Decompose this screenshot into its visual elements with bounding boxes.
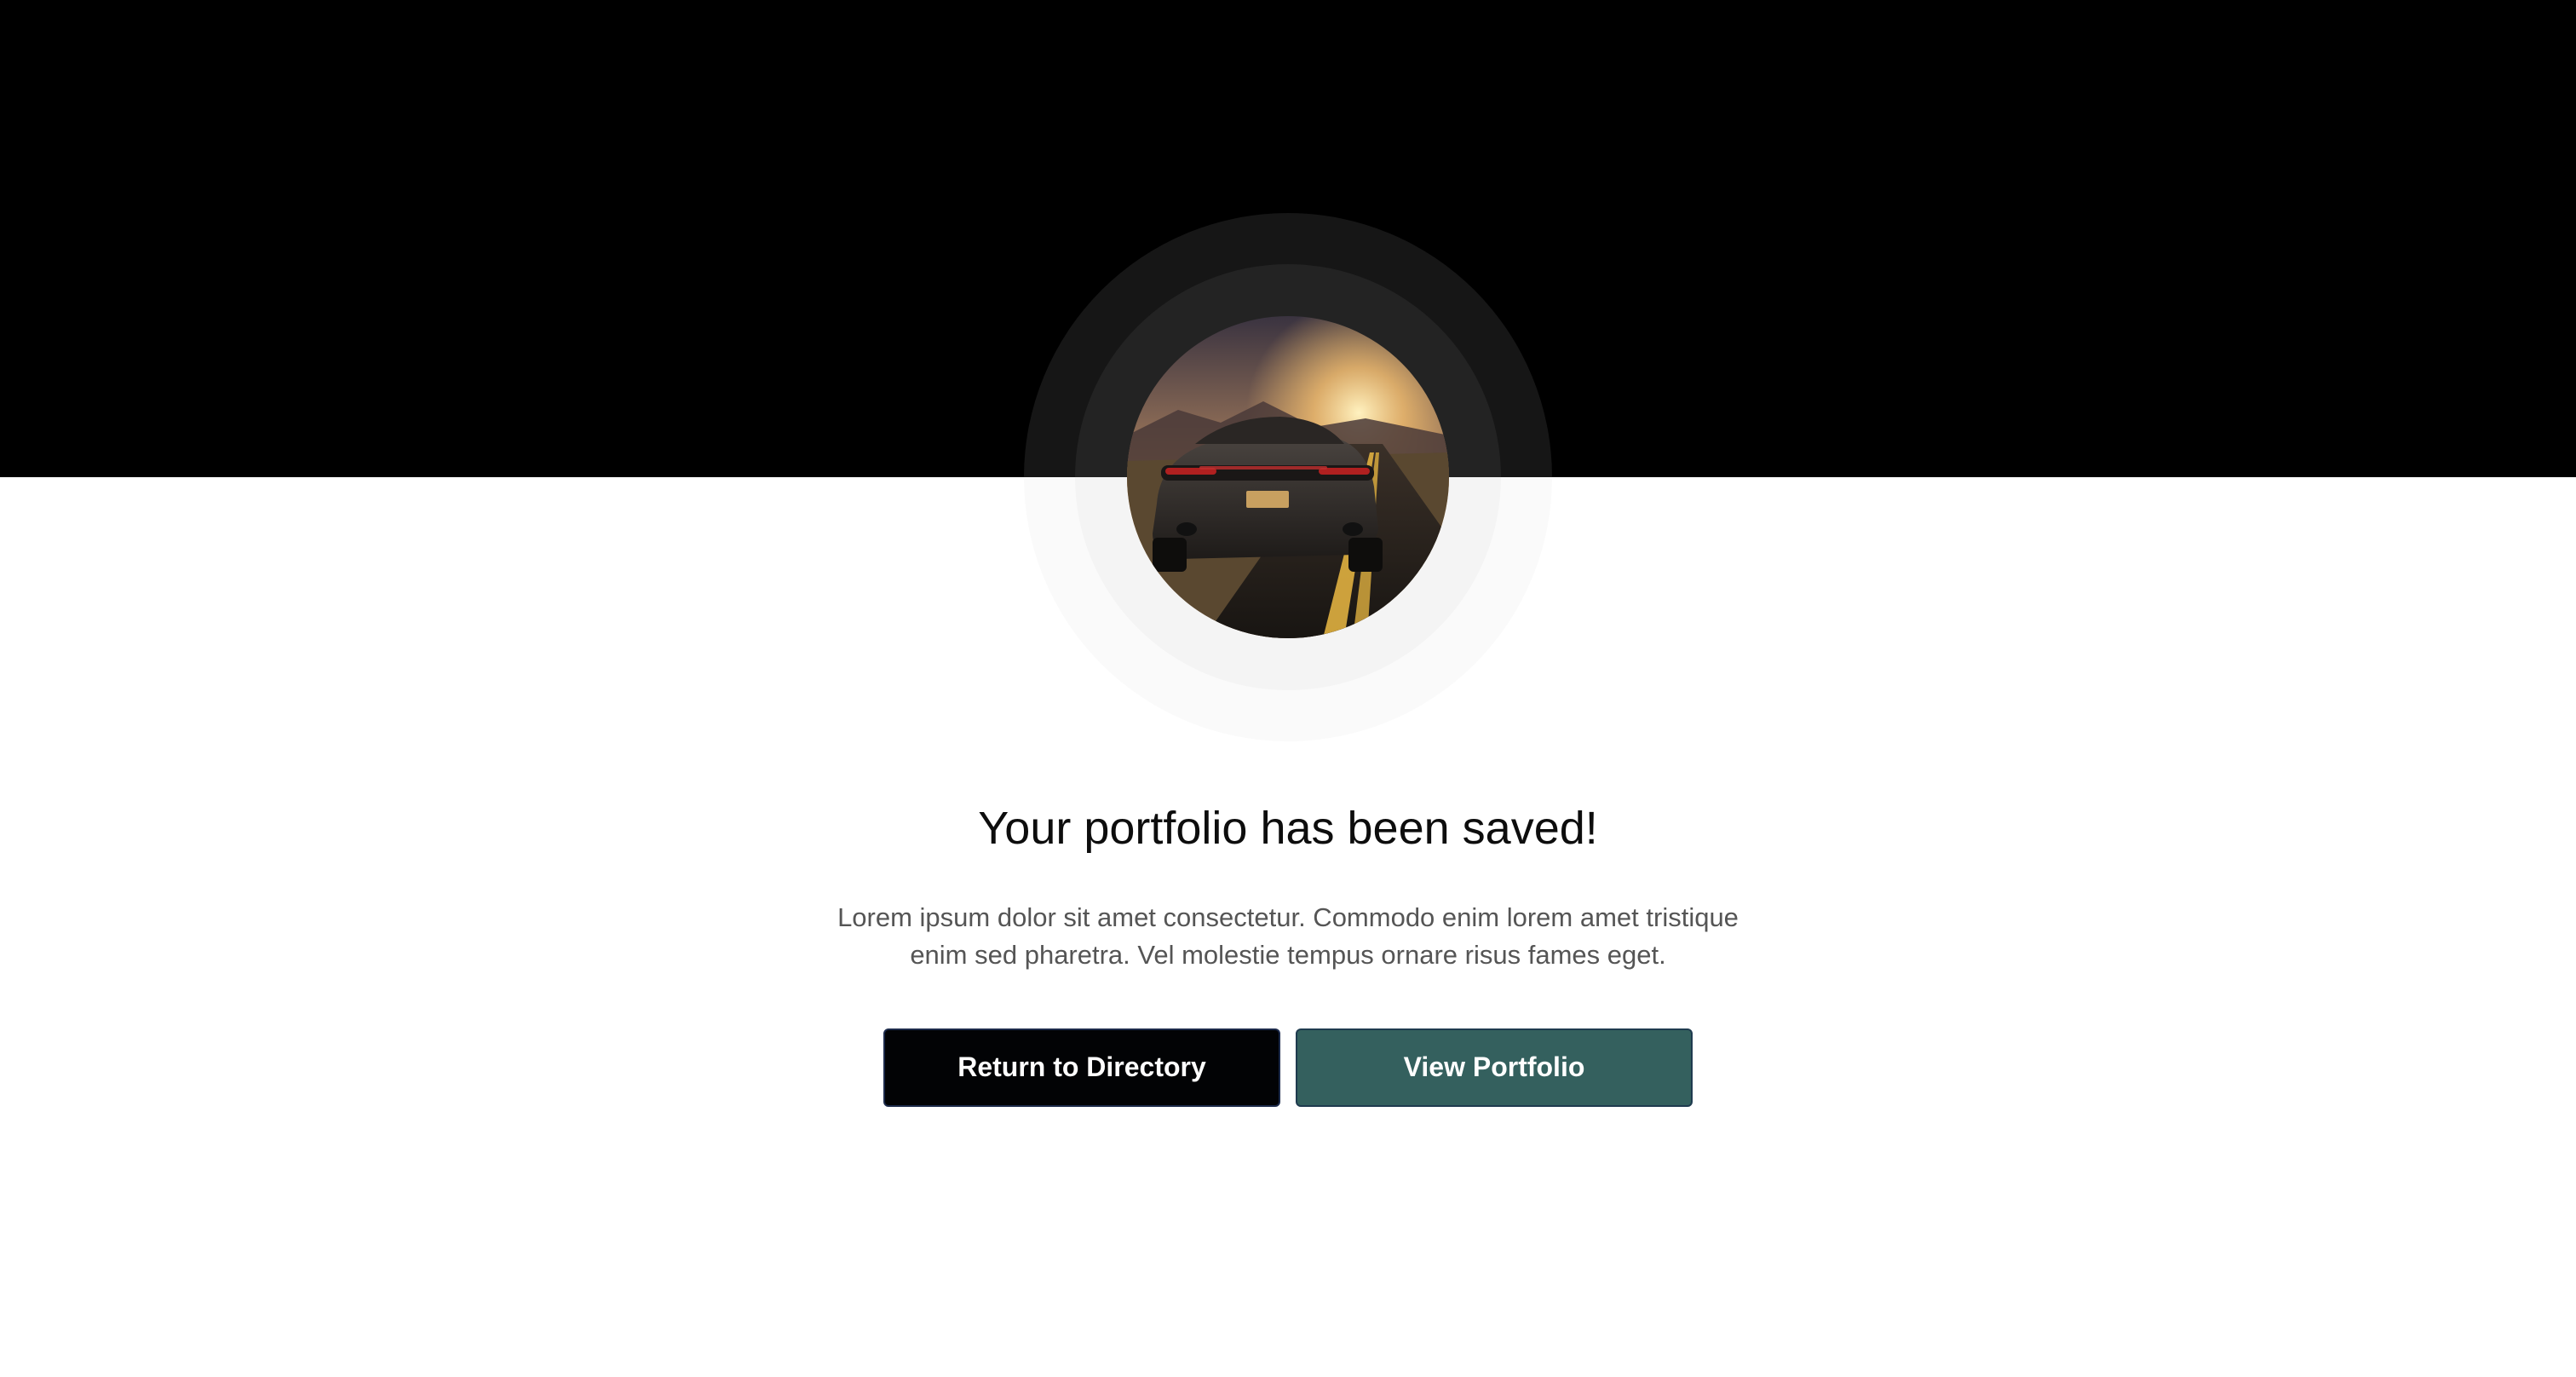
- view-portfolio-button[interactable]: View Portfolio: [1296, 1028, 1693, 1107]
- car-photo-illustration: [1127, 316, 1449, 638]
- success-page: Your portfolio has been saved! Lorem ips…: [0, 0, 2576, 1377]
- page-title: Your portfolio has been saved!: [978, 803, 1598, 854]
- action-buttons: Return to Directory View Portfolio: [0, 1028, 2576, 1107]
- return-to-directory-button[interactable]: Return to Directory: [883, 1028, 1280, 1107]
- confirmation-content: Your portfolio has been saved! Lorem ips…: [0, 801, 2576, 1107]
- portfolio-image: [1127, 316, 1449, 638]
- description-text: Lorem ipsum dolor sit amet consectetur. …: [837, 902, 1739, 970]
